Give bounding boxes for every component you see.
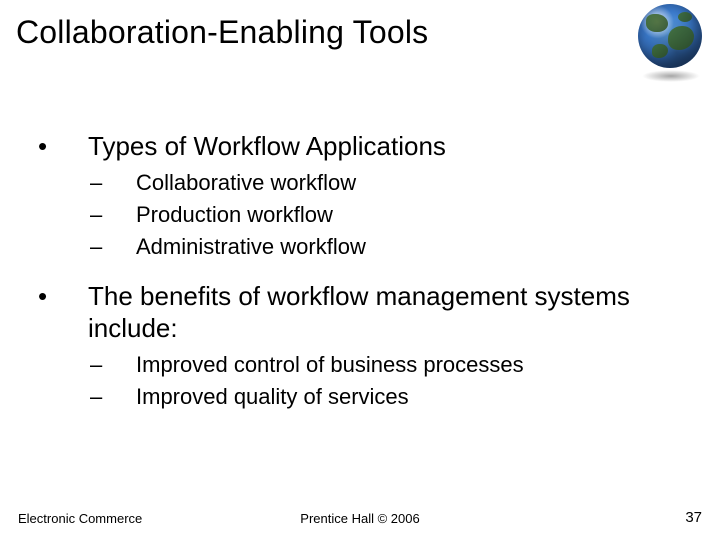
slide-title: Collaboration-Enabling Tools [16,14,428,51]
sub-item: – Production workflow [38,200,690,230]
globe-land [678,12,692,22]
sub-item: – Collaborative workflow [38,168,690,198]
sub-dash: – [90,232,136,262]
bullet-mark: • [38,130,88,162]
globe-land [652,44,668,58]
sub-dash: – [90,382,136,412]
slide-number: 37 [685,509,702,526]
sub-text: Improved quality of services [136,382,409,412]
sub-dash: – [90,168,136,198]
sub-text: Administrative workflow [136,232,366,262]
sub-item: – Improved control of business processes [38,350,690,380]
sub-list: – Collaborative workflow – Production wo… [38,168,690,262]
sub-dash: – [90,350,136,380]
sub-text: Production workflow [136,200,333,230]
bullet-text: Types of Workflow Applications [88,130,446,162]
sub-text: Improved control of business processes [136,350,524,380]
sub-list: – Improved control of business processes… [38,350,690,412]
footer-center: Prentice Hall © 2006 [0,511,720,526]
bullet-mark: • [38,280,88,312]
globe-land [646,14,668,32]
slide-body: • Types of Workflow Applications – Colla… [38,120,690,430]
slide: Collaboration-Enabling Tools • Types of … [0,0,720,540]
bullet-item: • Types of Workflow Applications [38,130,690,162]
globe-ball [638,4,702,68]
globe-icon [632,2,710,80]
globe-land [668,26,694,50]
sub-text: Collaborative workflow [136,168,356,198]
sub-item: – Administrative workflow [38,232,690,262]
bullet-item: • The benefits of workflow management sy… [38,280,690,344]
bullet-text: The benefits of workflow management syst… [88,280,648,344]
sub-dash: – [90,200,136,230]
globe-shadow [642,70,700,82]
sub-item: – Improved quality of services [38,382,690,412]
